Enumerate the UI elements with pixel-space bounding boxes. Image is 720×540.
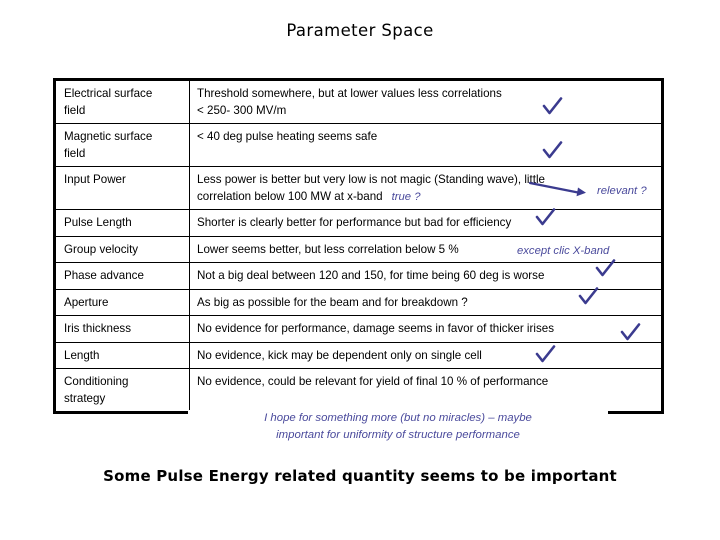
row-comment: Less power is better but very low is not… — [189, 166, 663, 210]
parameter-name-line1: Conditioning — [64, 375, 129, 388]
comment-line1: < 40 deg pulse heating seems safe — [197, 130, 378, 143]
table-row: Group velocity Lower seems better, but l… — [54, 235, 663, 263]
comment-line1: As big as possible for the beam and for … — [197, 295, 468, 309]
arrow-icon — [528, 181, 592, 197]
row-parameter-name: Iris thickness — [54, 315, 190, 343]
parameter-name-line1: Pulse Length — [64, 216, 132, 229]
row-comment: Shorter is clearly better for performanc… — [189, 208, 663, 237]
comment-line1: Shorter is clearly better for performanc… — [197, 216, 512, 229]
conditioning-note-line2: important for uniformity of structure pe… — [188, 427, 608, 444]
table-row: Iris thickness No evidence for performan… — [54, 315, 663, 343]
row-comment: As big as possible for the beam and for … — [189, 286, 663, 316]
parameter-name-line1: Aperture — [64, 295, 109, 309]
parameter-table: Electrical surface field Threshold somew… — [53, 78, 664, 414]
table-row: Magnetic surface field < 40 deg pulse he… — [54, 123, 663, 167]
row-parameter-name: Pulse Length — [54, 209, 190, 237]
parameter-name-line1: Electrical surface — [64, 87, 153, 100]
row-comment: Threshold somewhere, but at lower values… — [189, 79, 663, 124]
comment-line1: No evidence for performance, damage seem… — [197, 322, 554, 335]
table-row: Input Power Less power is better but ver… — [54, 166, 663, 210]
parameter-name-line1: Phase advance — [64, 269, 144, 282]
row-parameter-name: Input Power — [54, 166, 190, 210]
annotation-relevant: relevant ? — [597, 185, 647, 197]
table-row: Conditioning strategy No evidence, could… — [54, 368, 663, 413]
table-row: Electrical surface field Threshold somew… — [54, 79, 663, 124]
parameter-name-line2: field — [64, 103, 86, 117]
comment-line2: < 250- 300 MV/m — [197, 103, 287, 117]
parameter-name-line1: Magnetic surface — [64, 130, 153, 143]
table-row: Phase advance Not a big deal between 120… — [54, 259, 663, 290]
annotation-true: true ? — [391, 190, 421, 203]
row-parameter-name: Electrical surface field — [54, 79, 190, 124]
parameter-name-line2: field — [64, 146, 86, 160]
row-parameter-name: Magnetic surface field — [54, 123, 190, 167]
row-parameter-name: Group velocity — [54, 235, 190, 263]
parameter-name-line1: Length — [64, 348, 100, 362]
row-parameter-name: Length — [54, 341, 190, 369]
parameter-name-line1: Input Power — [64, 173, 126, 186]
table-row: Length No evidence, kick may be dependen… — [54, 341, 663, 369]
comment-line2: correlation below 100 MW at x-band — [197, 189, 383, 203]
row-parameter-name: Conditioning strategy — [54, 368, 190, 413]
row-comment: No evidence for performance, damage seem… — [189, 315, 663, 343]
table-row: Aperture As big as possible for the beam… — [54, 286, 663, 316]
annotation-except-clic: except clic X-band — [517, 244, 610, 257]
row-comment: No evidence, kick may be dependent only … — [189, 341, 663, 369]
comment-line1: Lower seems better, but less correlation… — [197, 242, 459, 256]
parameter-name-line2: strategy — [64, 391, 106, 405]
parameter-name-line1: Iris thickness — [64, 322, 132, 335]
comment-line1: Threshold somewhere, but at lower values… — [197, 87, 502, 100]
comment-line1: Not a big deal between 120 and 150, for … — [197, 269, 545, 282]
row-comment: Lower seems better, but less correlation… — [189, 235, 663, 263]
conditioning-strategy-note: I hope for something more (but no miracl… — [188, 410, 608, 444]
row-parameter-name: Aperture — [54, 288, 190, 316]
row-comment: No evidence, could be relevant for yield… — [189, 368, 663, 413]
row-parameter-name: Phase advance — [54, 262, 190, 290]
conditioning-note-line1: I hope for something more (but no miracl… — [188, 410, 608, 427]
row-comment: Not a big deal between 120 and 150, for … — [189, 259, 663, 290]
comment-line1: No evidence, kick may be dependent only … — [197, 348, 482, 362]
parameter-name-line1: Group velocity — [64, 242, 139, 256]
comment-line1: No evidence, could be relevant for yield… — [197, 375, 549, 388]
page-title: Parameter Space — [286, 21, 434, 40]
slide-caption: Some Pulse Energy related quantity seems… — [103, 467, 617, 485]
row-comment: < 40 deg pulse heating seems safe — [189, 123, 663, 167]
table-row: Pulse Length Shorter is clearly better f… — [54, 208, 663, 237]
